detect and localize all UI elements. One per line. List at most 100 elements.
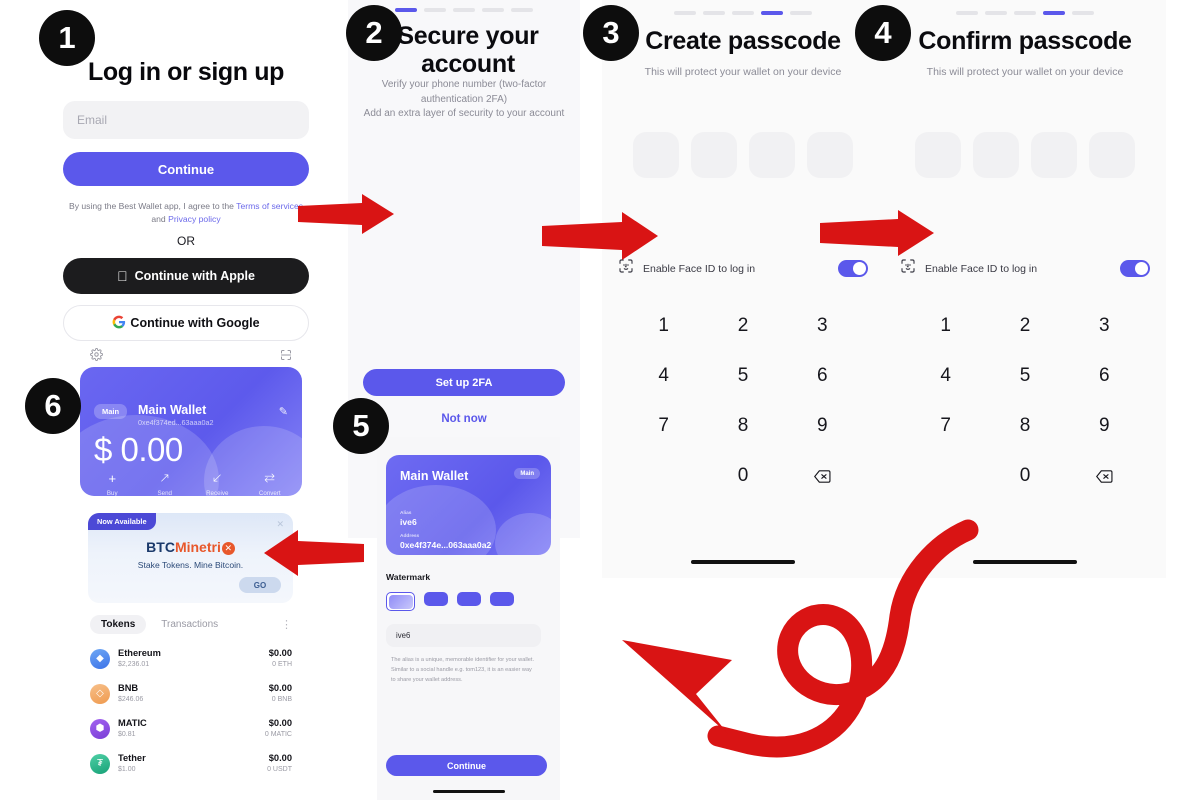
continue-button-label: Continue	[447, 760, 486, 771]
wallet-card-address-label: Address	[400, 534, 420, 539]
token-name: Ethereum	[118, 648, 161, 659]
pencil-icon[interactable]: ✎	[279, 405, 288, 418]
send-action-label: Send	[157, 490, 172, 496]
wallet-card-alias-label: Alias	[400, 511, 412, 516]
email-placeholder-text: Email	[77, 113, 108, 127]
key-2[interactable]: 2	[718, 310, 768, 342]
continue-button[interactable]: Continue	[63, 152, 309, 186]
scan-qr-icon[interactable]	[280, 348, 292, 366]
watermark-label: Watermark	[386, 572, 431, 582]
key-0[interactable]: 0	[1000, 460, 1050, 492]
key-3[interactable]: 3	[1079, 310, 1129, 342]
key-8[interactable]: 8	[718, 410, 768, 442]
buy-action-label: Buy	[106, 490, 118, 496]
continue-button[interactable]: Continue	[386, 755, 547, 776]
key-6[interactable]: 6	[797, 360, 847, 392]
promo-brand-prefix: BTC	[146, 539, 175, 555]
token-name: BNB	[118, 683, 139, 694]
page-title: Confirm passcode	[918, 27, 1132, 55]
watermark-swatch-4[interactable]	[490, 592, 514, 606]
key-blank	[639, 460, 689, 492]
key-5[interactable]: 5	[1000, 360, 1050, 392]
passcode-boxes[interactable]	[602, 132, 884, 178]
key-2[interactable]: 2	[1000, 310, 1050, 342]
token-price: $1.00	[118, 765, 136, 773]
terms-of-services-link[interactable]: Terms of services	[236, 201, 303, 211]
backspace-icon[interactable]	[1079, 460, 1129, 492]
arrow-step5-to-step6	[264, 530, 364, 576]
token-price: $0.81	[118, 730, 136, 738]
step-badge-1: 1	[39, 10, 95, 66]
wallet-balance: $ 0.00	[94, 431, 183, 468]
passcode-keypad[interactable]: 1 2 3 4 5 6 7 8 9 0	[906, 310, 1144, 492]
watermark-swatch-1[interactable]	[386, 592, 415, 611]
swap-icon: ⇄	[264, 470, 276, 485]
apple-logo-icon: 	[117, 269, 128, 283]
table-row[interactable]: ◇ BNB $246.06 $0.00 0 BNB	[90, 676, 292, 711]
arrow-step3-to-step4	[820, 210, 934, 256]
key-0[interactable]: 0	[718, 460, 768, 492]
setup-2fa-label: Set up 2FA	[435, 376, 493, 389]
key-1[interactable]: 1	[921, 310, 971, 342]
page-title: Create passcode	[645, 27, 841, 55]
faceid-row: Enable Face ID to log in	[900, 258, 1150, 279]
key-7[interactable]: 7	[639, 410, 689, 442]
apple-button-label: Continue with Apple	[129, 269, 255, 283]
watermark-swatch-2[interactable]	[424, 592, 448, 606]
token-value: $0.00	[268, 648, 292, 659]
convert-action-button[interactable]: ⇄ Convert	[246, 467, 295, 496]
key-4[interactable]: 4	[921, 360, 971, 392]
legal-text: By using the Best Wallet app, I agree to…	[63, 200, 309, 226]
faceid-label: Enable Face ID to log in	[925, 262, 1038, 275]
gear-icon[interactable]	[90, 348, 103, 366]
key-6[interactable]: 6	[1079, 360, 1129, 392]
key-8[interactable]: 8	[1000, 410, 1050, 442]
send-action-button[interactable]: ↗ Send	[141, 467, 190, 496]
alias-input[interactable]: ive6	[386, 624, 541, 647]
setup-2fa-button[interactable]: Set up 2FA	[363, 369, 565, 396]
continue-with-google-button[interactable]: Continue with Google	[63, 305, 309, 341]
backspace-icon[interactable]	[797, 460, 847, 492]
key-5[interactable]: 5	[718, 360, 768, 392]
receive-action-button[interactable]: ↙ Receive	[193, 467, 242, 496]
passcode-boxes[interactable]	[884, 132, 1166, 178]
faceid-toggle[interactable]	[1120, 260, 1150, 277]
buy-action-button[interactable]: + Buy	[88, 467, 137, 497]
key-3[interactable]: 3	[797, 310, 847, 342]
main-wallet-card[interactable]: Main Main Wallet 0xe4f374ed...63aaa0a2 ✎…	[80, 367, 302, 496]
token-name: MATIC	[118, 718, 147, 729]
matic-icon: ⬢	[90, 718, 110, 739]
convert-action-label: Convert	[258, 490, 281, 496]
legal-prefix: By using the Best Wallet app, I agree to…	[68, 201, 237, 211]
arrow-down-left-icon: ↙	[211, 470, 223, 485]
key-4[interactable]: 4	[639, 360, 689, 392]
token-amount: 0 ETH	[272, 660, 292, 668]
table-row[interactable]: ₮ Tether $1.00 $0.00 0 USDT	[90, 746, 292, 781]
tab-tokens[interactable]: Tokens	[90, 615, 147, 634]
passcode-keypad[interactable]: 1 2 3 4 5 6 7 8 9 0	[624, 310, 862, 492]
key-9[interactable]: 9	[1079, 410, 1129, 442]
home-indicator	[432, 790, 505, 793]
step-badge-3: 3	[583, 5, 639, 61]
email-field[interactable]: Email	[63, 101, 309, 139]
key-blank	[921, 460, 971, 492]
key-9[interactable]: 9	[797, 410, 847, 442]
wallet-actions: + Buy ↗ Send ↙ Receive ⇄ Convert	[88, 467, 294, 496]
promo-go-button[interactable]: GO	[239, 577, 281, 593]
watermark-swatch-3[interactable]	[457, 592, 481, 606]
privacy-policy-link[interactable]: Privacy policy	[168, 214, 221, 224]
wallet-card-alias-value: ive6	[400, 517, 417, 527]
faceid-toggle[interactable]	[838, 260, 868, 277]
tab-transactions[interactable]: Transactions	[150, 615, 229, 634]
table-row[interactable]: ⬢ MATIC $0.81 $0.00 0 MATIC	[90, 711, 292, 746]
kebab-menu-icon[interactable]: ⋮	[281, 619, 292, 630]
watermark-swatch-group[interactable]	[386, 592, 514, 611]
key-1[interactable]: 1	[639, 310, 689, 342]
alias-input-value: ive6	[396, 631, 411, 640]
continue-with-apple-button[interactable]:  Continue with Apple	[63, 258, 309, 294]
step-badge-4: 4	[855, 5, 911, 61]
face-id-icon	[900, 258, 916, 279]
key-7[interactable]: 7	[921, 410, 971, 442]
faceid-label: Enable Face ID to log in	[643, 262, 756, 275]
table-row[interactable]: ◆ Ethereum $2,236.01 $0.00 0 ETH	[90, 641, 292, 676]
